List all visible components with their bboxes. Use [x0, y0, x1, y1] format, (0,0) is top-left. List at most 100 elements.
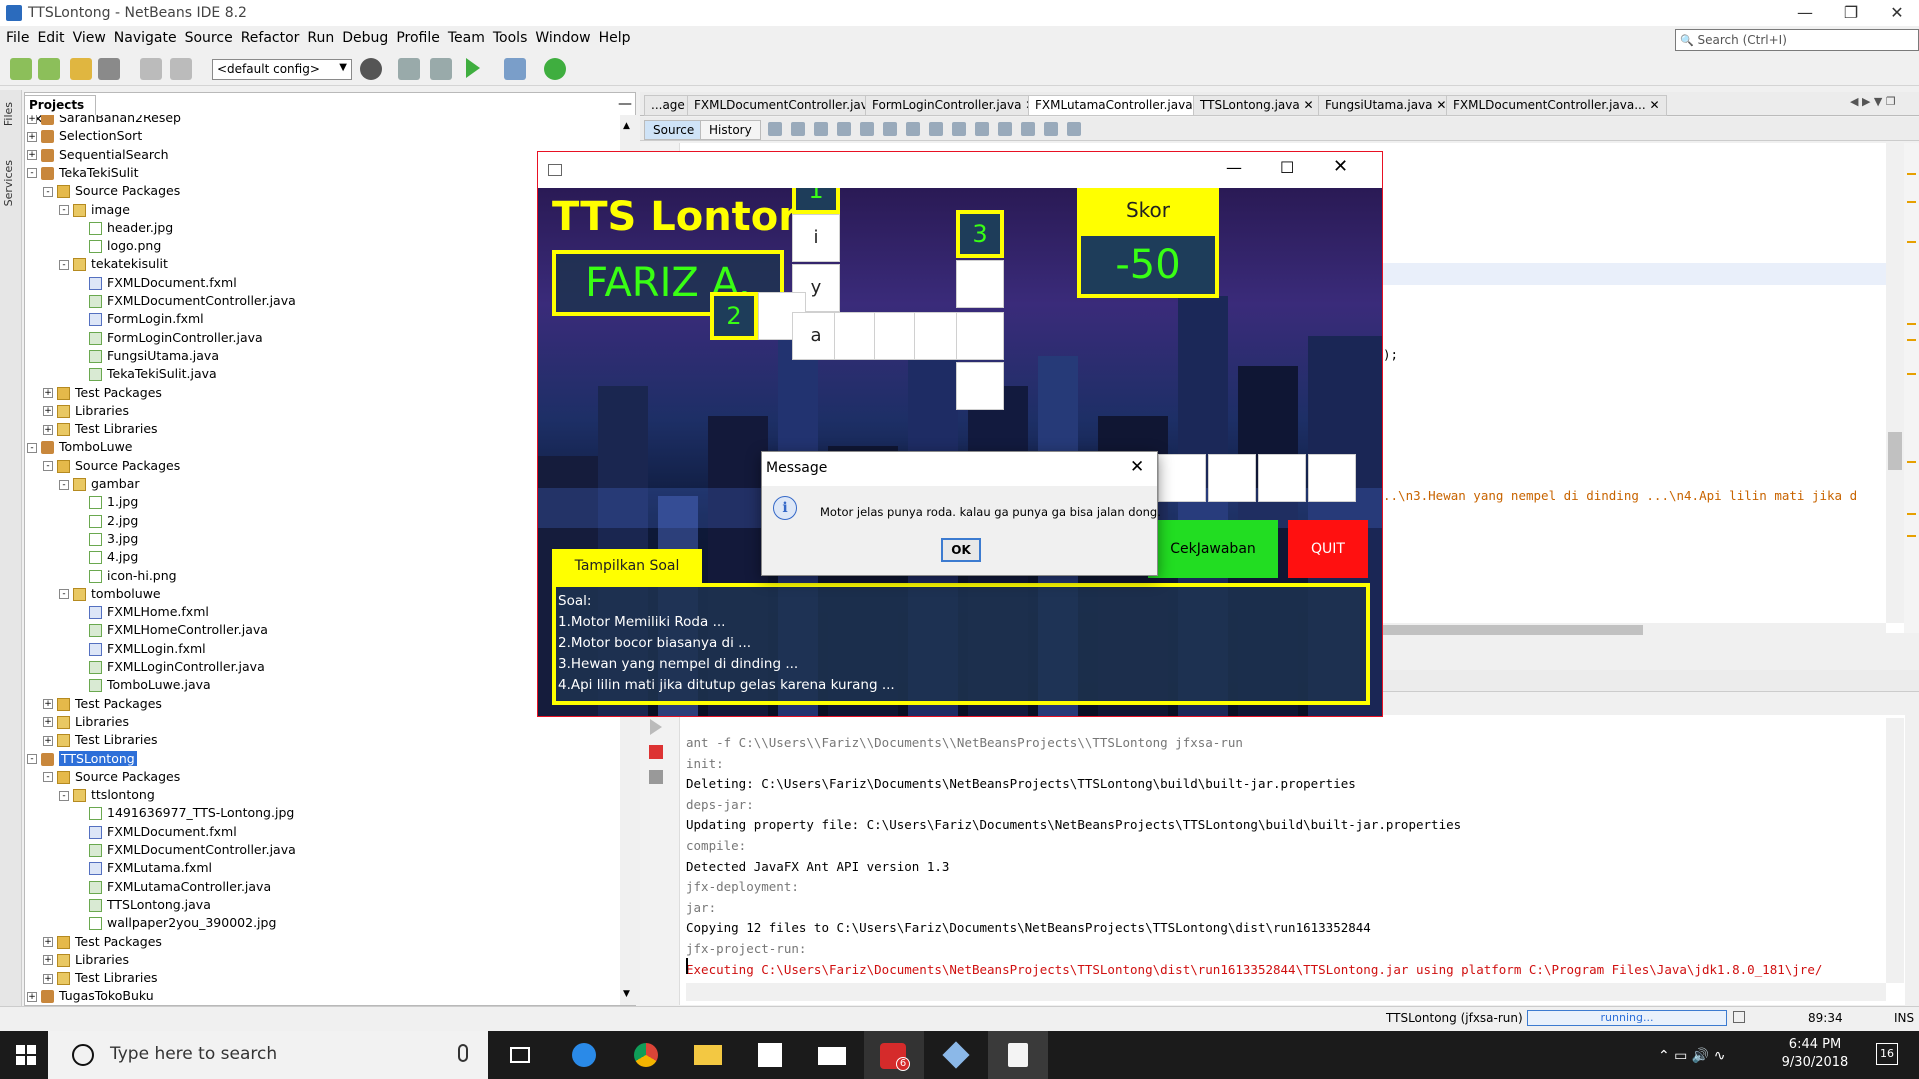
editor-tab[interactable]: TTSLontong.java ✕ [1193, 95, 1321, 116]
expand-icon[interactable]: + [43, 735, 53, 746]
tree-node[interactable]: + Test Packages [43, 384, 162, 402]
editor-scrollbar[interactable] [1886, 143, 1904, 623]
new-project-icon[interactable] [38, 58, 60, 80]
crossword-cell[interactable]: a [792, 312, 840, 360]
menu-item[interactable]: View [69, 26, 110, 50]
collapse-icon[interactable]: - [27, 754, 37, 764]
menu-item[interactable]: Edit [33, 26, 68, 50]
expand-icon[interactable]: + [43, 955, 53, 966]
crossword-cell[interactable] [1158, 454, 1206, 502]
expand-icon[interactable]: + [43, 973, 53, 984]
tree-node[interactable]: + Libraries [43, 951, 129, 969]
clock[interactable]: 6:44 PM 9/30/2018 [1770, 1036, 1860, 1072]
tree-node[interactable]: - tekatekisulit [59, 255, 168, 273]
expand-icon[interactable]: + [27, 131, 37, 142]
close-icon[interactable]: ✕ [1130, 457, 1144, 477]
tree-node[interactable]: + SelectionSort [27, 127, 142, 145]
collapse-icon[interactable]: - [59, 589, 69, 600]
mail-icon[interactable] [802, 1031, 862, 1079]
tree-node[interactable]: FXMLLoginController.java [75, 658, 265, 676]
tree-node[interactable]: - tomboluwe [59, 585, 161, 603]
expand-icon[interactable]: + [43, 406, 53, 417]
expand-icon[interactable]: + [27, 150, 37, 161]
crossword-cell[interactable] [914, 312, 962, 360]
menu-item[interactable]: Team [444, 26, 489, 50]
crossword-cell[interactable] [1208, 454, 1256, 502]
java-icon[interactable] [988, 1031, 1048, 1079]
tree-node[interactable]: FXMLHome.fxml [75, 603, 209, 621]
scroll-up-icon[interactable]: ▲ [623, 121, 630, 131]
editor-tab[interactable]: FXMLDocumentController.java... ✕ [1446, 95, 1667, 116]
expand-icon[interactable]: + [43, 717, 53, 728]
editor-tool-icon[interactable] [1067, 122, 1081, 136]
menu-item[interactable]: Help [595, 26, 635, 50]
minimize-icon[interactable]: — [1226, 158, 1242, 177]
output-hscrollbar[interactable] [686, 983, 1886, 1001]
tree-node[interactable]: icon-hi.png [75, 567, 177, 585]
tree-node[interactable]: TTSLontong.java [75, 896, 211, 914]
expand-icon[interactable]: + [43, 699, 53, 710]
config-select[interactable]: <default config> ▼ [212, 59, 352, 80]
expand-icon[interactable]: + [43, 388, 53, 398]
tree-node[interactable]: logo.png [75, 237, 161, 255]
debug-icon[interactable] [504, 58, 526, 80]
tree-node[interactable]: + Test Packages [43, 933, 162, 951]
tree-node[interactable]: FXMLLogin.fxml [75, 640, 206, 658]
minimize-panel-icon[interactable]: — [618, 96, 632, 112]
editor-tab[interactable]: FXMLutamaController.java ✕ [1028, 95, 1214, 116]
tree-node[interactable]: FXMLDocumentController.java [75, 292, 296, 310]
editor-tool-icon[interactable] [929, 122, 943, 136]
cancel-task-icon[interactable] [1733, 1011, 1745, 1023]
menu-item[interactable]: Window [531, 26, 594, 50]
collapse-icon[interactable]: - [59, 205, 69, 215]
tree-node[interactable]: FXMLDocument.fxml [75, 823, 237, 841]
projects-tab[interactable]: Projects ✕ [24, 95, 96, 126]
save-all-icon[interactable] [98, 58, 120, 80]
menu-item[interactable]: Navigate [110, 26, 181, 50]
collapse-icon[interactable]: - [59, 259, 69, 270]
close-tab-icon[interactable]: ✕ [1646, 98, 1659, 112]
tree-node[interactable]: 1.jpg [75, 493, 138, 511]
tree-node[interactable]: header.jpg [75, 219, 173, 237]
expand-icon[interactable]: + [27, 991, 37, 1002]
menu-item[interactable]: Refactor [237, 26, 304, 50]
menu-item[interactable]: Tools [489, 26, 532, 50]
close-icon[interactable]: ✕ [1333, 156, 1348, 177]
tree-node[interactable]: - image [59, 201, 130, 219]
maximize-icon[interactable]: ❐ [1828, 0, 1874, 26]
action-center-icon[interactable]: 16 [1876, 1043, 1898, 1065]
system-tray-icons[interactable]: ⌃ ▭ 🔊 ∿ [1658, 1048, 1725, 1064]
search-input[interactable]: 🔍 Search (Ctrl+I) [1675, 29, 1919, 51]
menu-item[interactable]: Run [303, 26, 338, 50]
tree-node[interactable]: FXMLutama.fxml [75, 859, 212, 877]
tree-node[interactable]: + SequentialSearch [27, 146, 169, 164]
globe-icon[interactable] [360, 58, 382, 80]
tree-node[interactable]: - Source Packages [43, 768, 180, 786]
menu-item[interactable]: File [2, 26, 33, 50]
crossword-cell[interactable]: i [792, 214, 840, 262]
close-tab-icon[interactable]: ✕ [1300, 98, 1314, 112]
tree-node[interactable]: TekaTekiSulit.java [75, 365, 217, 383]
undo-icon[interactable] [140, 58, 162, 80]
tree-node[interactable]: - gambar [59, 475, 140, 493]
tree-node[interactable]: + TugasTokoBuku [27, 987, 154, 1003]
ok-button[interactable]: OK [941, 538, 981, 562]
editor-tool-icon[interactable] [860, 122, 874, 136]
tree-node[interactable]: + SaranBahan2Resep [27, 115, 181, 127]
collapse-icon[interactable]: - [59, 479, 69, 490]
tree-node[interactable]: 3.jpg [75, 530, 138, 548]
new-file-icon[interactable] [10, 58, 32, 80]
virtualbox-icon[interactable] [926, 1031, 986, 1079]
expand-icon[interactable]: + [43, 937, 53, 947]
tree-node[interactable]: - TomboLuwe [27, 438, 133, 456]
tree-node[interactable]: + Test Libraries [43, 969, 158, 987]
collapse-icon[interactable]: - [43, 772, 53, 783]
tree-node[interactable]: - Source Packages [43, 182, 180, 200]
editor-tool-icon[interactable] [998, 122, 1012, 136]
tree-node[interactable]: FormLoginController.java [75, 329, 263, 347]
app-badge-icon[interactable]: 6 [864, 1031, 924, 1079]
editor-tool-icon[interactable] [975, 122, 989, 136]
tree-node[interactable]: + Libraries [43, 402, 129, 420]
tree-node[interactable]: FXMLHomeController.java [75, 621, 268, 639]
editor-hscrollbar[interactable] [1383, 623, 1886, 637]
